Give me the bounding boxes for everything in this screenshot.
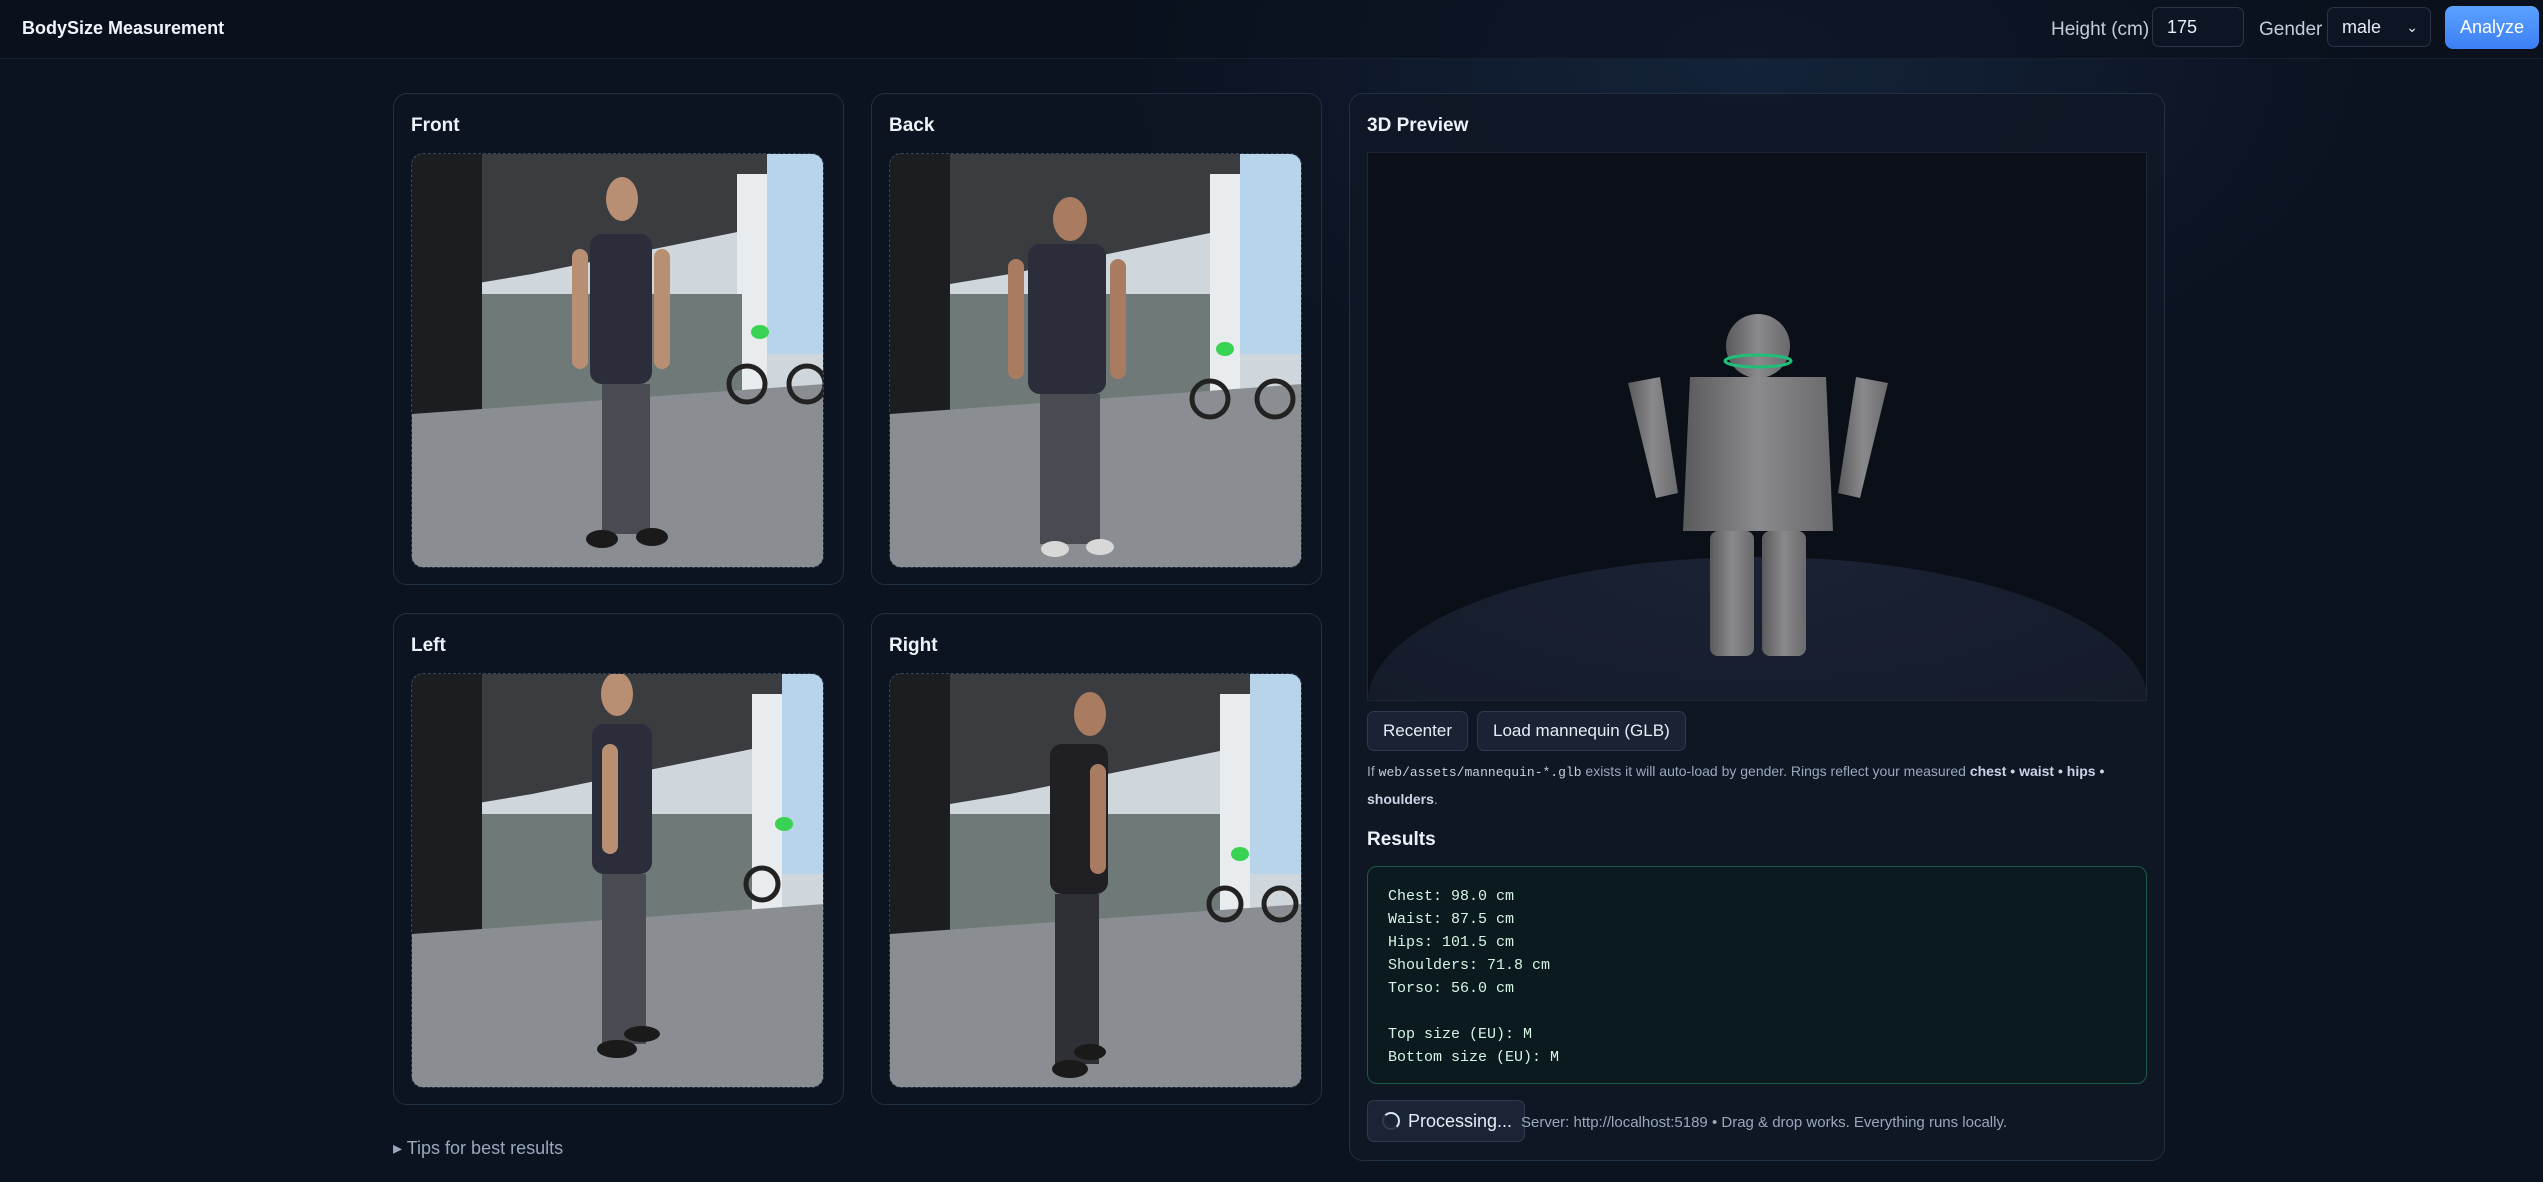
hint-hips: hips [2066, 763, 2096, 779]
preview-hint: If web/assets/mannequin-*.glb exists it … [1367, 758, 2147, 813]
back-photo-image [890, 154, 1301, 567]
server-status: Server: http://localhost:5189 • Drag & d… [1521, 1114, 2008, 1131]
right-photo-image [890, 674, 1301, 1087]
mannequin-render [1368, 314, 2146, 700]
photo-card-title: Front [411, 115, 460, 136]
photo-card-title: Back [889, 115, 935, 136]
hint-separator: • [2010, 763, 2016, 779]
hint-separator: • [2099, 763, 2105, 779]
hint-text: If [1367, 763, 1375, 779]
hint-code: web/assets/mannequin-*.glb [1378, 765, 1582, 780]
analyze-button[interactable]: Analyze [2445, 6, 2539, 49]
photo-card-title: Right [889, 635, 938, 656]
result-top-size: Top size (EU): M [1388, 1026, 1533, 1043]
front-photo-image [412, 154, 823, 567]
mannequin-viewport[interactable] [1367, 152, 2147, 701]
result-shoulders: Shoulders: 71.8 cm [1388, 957, 1551, 974]
gender-select-value: male [2342, 17, 2382, 37]
top-bar: BodySize Measurement Height (cm) 175 Gen… [0, 0, 2543, 59]
results-title: Results [1367, 829, 1436, 850]
results-output: Chest: 98.0 cm Waist: 87.5 cm Hips: 101.… [1367, 866, 2147, 1084]
height-label: Height (cm) [2051, 19, 2150, 40]
photo-dropzone-front[interactable] [411, 153, 824, 568]
result-bottom-size: Bottom size (EU): M [1388, 1049, 1560, 1066]
spinner-icon [1382, 1112, 1400, 1130]
result-torso: Torso: 56.0 cm [1388, 980, 1515, 997]
gender-select[interactable]: male ⌄ [2327, 7, 2431, 47]
result-blank [1388, 1000, 2126, 1023]
photo-card-title: Left [411, 635, 446, 656]
left-photo-image [412, 674, 823, 1087]
app-title: BodySize Measurement [22, 18, 225, 38]
load-mannequin-button[interactable]: Load mannequin (GLB) [1477, 711, 1686, 751]
gender-label: Gender [2259, 19, 2323, 40]
hint-text: exists it will auto-load by gender. Ring… [1585, 763, 1966, 779]
preview-title: 3D Preview [1367, 115, 1469, 136]
processing-button[interactable]: Processing... [1367, 1100, 1526, 1142]
result-hips: Hips: 101.5 cm [1388, 934, 1515, 951]
hint-end: . [1433, 791, 1438, 807]
hint-shoulders: shoulders [1367, 791, 1434, 807]
photo-card-front: Front [393, 93, 844, 585]
chevron-down-icon: ⌄ [2406, 19, 2418, 35]
hint-chest: chest [1969, 763, 2007, 779]
photo-dropzone-back[interactable] [889, 153, 1302, 568]
result-waist: Waist: 87.5 cm [1388, 911, 1515, 928]
photo-card-left: Left [393, 613, 844, 1105]
photo-card-back: Back [871, 93, 1322, 585]
processing-label: Processing... [1408, 1111, 1513, 1131]
photo-card-right: Right [871, 613, 1322, 1105]
photo-dropzone-right[interactable] [889, 673, 1302, 1088]
result-chest: Chest: 98.0 cm [1388, 888, 1515, 905]
height-input[interactable]: 175 [2152, 7, 2244, 47]
photo-dropzone-left[interactable] [411, 673, 824, 1088]
hint-separator: • [2057, 763, 2063, 779]
tips-toggle[interactable]: ▸ Tips for best results [393, 1138, 563, 1159]
recenter-button[interactable]: Recenter [1367, 711, 1468, 751]
hint-waist: waist [2019, 763, 2055, 779]
